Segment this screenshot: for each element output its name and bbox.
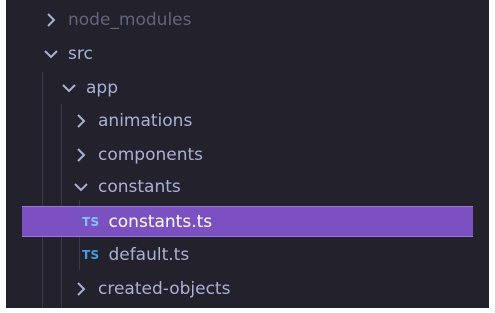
typescript-file-icon: TS	[82, 214, 100, 229]
chevron-right-icon	[74, 148, 88, 162]
tree-item-label: constants	[98, 177, 181, 197]
chevron-right-icon	[74, 114, 88, 128]
typescript-file-icon: TS	[82, 248, 100, 262]
tree-item-label: created-objects	[98, 279, 231, 299]
chevron-down-icon	[62, 81, 76, 95]
tree-item-src[interactable]: src	[6, 40, 489, 68]
chevron-right-icon	[74, 282, 88, 296]
tree-item-constants-ts[interactable]: TS constants.ts	[22, 206, 473, 237]
chevron-down-icon	[44, 47, 58, 61]
tree-item-constants-folder[interactable]: constants	[6, 173, 489, 201]
tree-item-label: components	[98, 145, 204, 165]
file-explorer: node_modules src app animations componen…	[6, 0, 489, 308]
tree-item-label: node_modules	[68, 10, 192, 30]
chevron-down-icon	[74, 180, 88, 194]
tree-item-animations[interactable]: animations	[6, 107, 489, 135]
tree-item-label: app	[86, 78, 118, 98]
tree-item-components[interactable]: components	[6, 141, 489, 169]
chevron-right-icon	[44, 13, 58, 27]
tree-item-label: constants.ts	[108, 211, 213, 232]
tree-item-node-modules[interactable]: node_modules	[6, 6, 489, 34]
tree-item-default-ts[interactable]: TS default.ts	[6, 241, 489, 269]
tree-item-label: default.ts	[108, 245, 190, 265]
tree-item-label: src	[68, 44, 93, 64]
tree-item-app[interactable]: app	[6, 74, 489, 102]
tree-item-label: animations	[98, 111, 193, 131]
tree-item-created-objects[interactable]: created-objects	[6, 275, 489, 303]
